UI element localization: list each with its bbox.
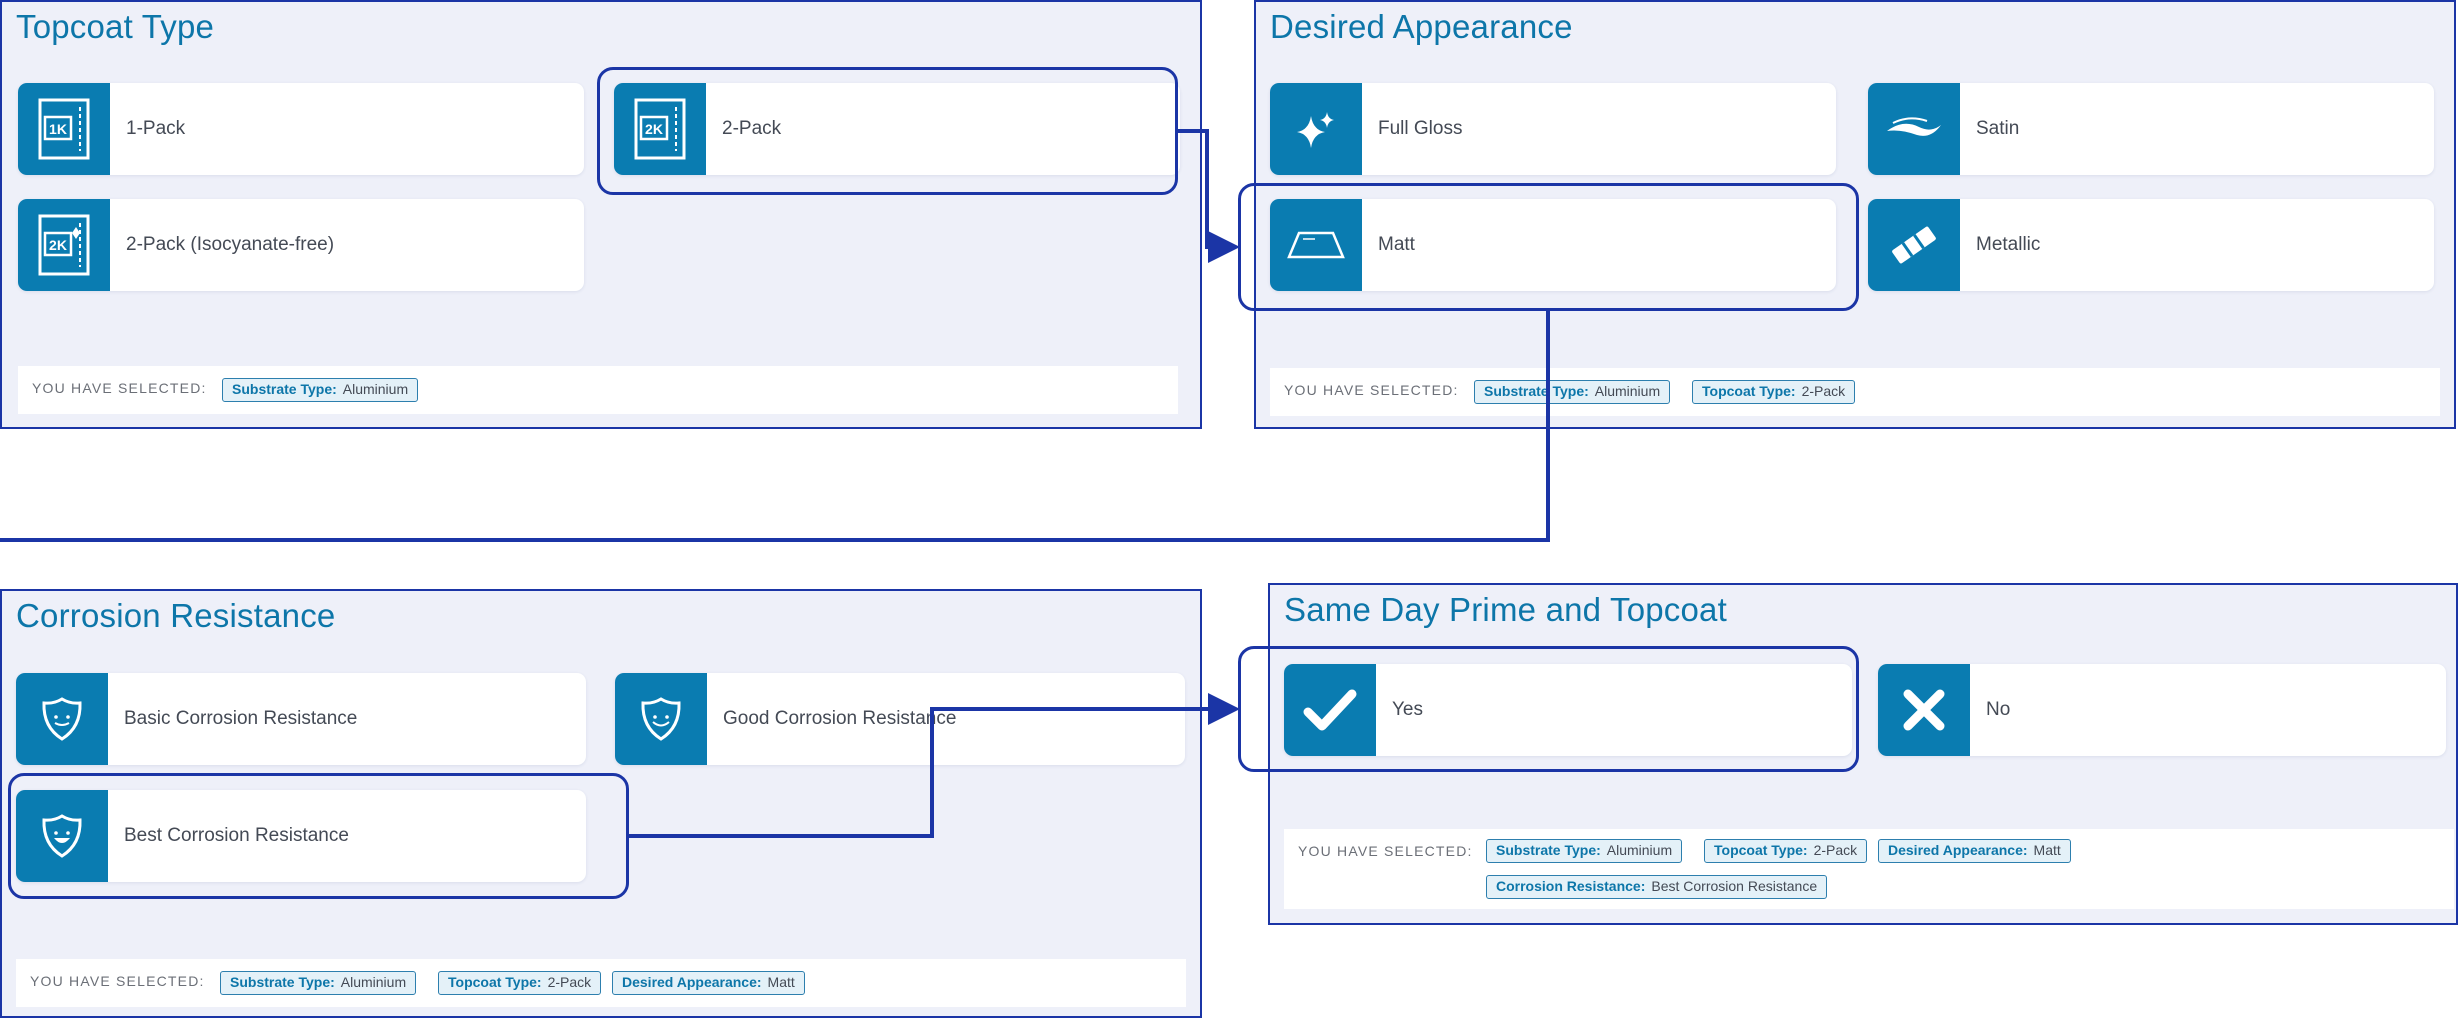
cross-icon	[1878, 664, 1970, 756]
shield-basic-icon	[16, 673, 108, 765]
selection-label: YOU HAVE SELECTED:	[30, 973, 205, 989]
corrosion-resistance-panel: Corrosion Resistance Basic Corrosion Res…	[0, 589, 1202, 1018]
selection-summary: YOU HAVE SELECTED: Substrate Type: Alumin…	[1284, 829, 2454, 909]
same-day-prime-panel: Same Day Prime and Topcoat Yes No YOU HA…	[1268, 583, 2458, 925]
option-satin[interactable]: Satin	[1868, 83, 2434, 175]
2k-pack-icon: 2K	[614, 83, 706, 175]
option-matt[interactable]: Matt	[1270, 199, 1836, 291]
svg-text:2K: 2K	[49, 237, 67, 253]
shield-good-icon	[615, 673, 707, 765]
option-best-corrosion[interactable]: Best Corrosion Resistance	[16, 790, 586, 882]
1k-pack-icon: 1K	[18, 83, 110, 175]
option-label: 1-Pack	[126, 118, 186, 139]
checkmark-icon	[1284, 664, 1376, 756]
selection-chip: Desired Appearance: Matt	[612, 971, 805, 995]
option-basic-corrosion[interactable]: Basic Corrosion Resistance	[16, 673, 586, 765]
selection-summary: YOU HAVE SELECTED: Substrate Type: Alumin…	[1270, 368, 2440, 416]
shield-best-icon	[16, 790, 108, 882]
option-label: 2-Pack	[722, 118, 782, 139]
option-label: Good Corrosion Resistance	[723, 708, 957, 729]
selection-chip: Substrate Type: Aluminium	[1486, 839, 1683, 863]
selection-chip: Topcoat Type: 2-Pack	[1692, 380, 1856, 404]
option-label: 2-Pack (Isocyanate-free)	[126, 234, 335, 255]
panel-title: Corrosion Resistance	[16, 597, 336, 634]
svg-text:2K: 2K	[645, 121, 663, 137]
option-label: Full Gloss	[1378, 118, 1463, 139]
selection-chip: Topcoat Type: 2-Pack	[438, 971, 602, 995]
sparkle-icon	[1270, 83, 1362, 175]
selection-chip: Substrate Type: Aluminium	[222, 378, 419, 402]
svg-text:1K: 1K	[49, 121, 67, 137]
selection-label: YOU HAVE SELECTED:	[1284, 382, 1459, 398]
selection-chip: Substrate Type: Aluminium	[220, 971, 417, 995]
selection-chip: Desired Appearance: Matt	[1878, 839, 2071, 863]
selection-summary: YOU HAVE SELECTED: Substrate Type: Alumin…	[18, 366, 1178, 414]
selection-summary: YOU HAVE SELECTED: Substrate Type: Alumin…	[16, 959, 1186, 1007]
matt-surface-icon	[1270, 199, 1362, 291]
option-2-pack[interactable]: 2K 2-Pack	[614, 83, 1180, 175]
panel-title: Same Day Prime and Topcoat	[1284, 591, 1727, 628]
option-1-pack[interactable]: 1K 1-Pack	[18, 83, 584, 175]
panel-title: Desired Appearance	[1270, 8, 1573, 45]
selection-chip: Topcoat Type: 2-Pack	[1704, 839, 1868, 863]
option-label: Matt	[1378, 234, 1415, 255]
option-full-gloss[interactable]: Full Gloss	[1270, 83, 1836, 175]
panel-title: Topcoat Type	[16, 8, 215, 45]
option-label: Yes	[1392, 699, 1423, 720]
option-yes[interactable]: Yes	[1284, 664, 1852, 756]
option-good-corrosion[interactable]: Good Corrosion Resistance	[615, 673, 1185, 765]
option-no[interactable]: No	[1878, 664, 2446, 756]
2k-isocyanate-free-icon: 2K	[18, 199, 110, 291]
desired-appearance-panel: Desired Appearance Full Gloss Satin Matt…	[1254, 0, 2456, 429]
option-label: Best Corrosion Resistance	[124, 825, 349, 846]
selection-chip: Substrate Type: Aluminium	[1474, 380, 1671, 404]
selection-label: YOU HAVE SELECTED:	[1298, 843, 1473, 859]
metallic-bar-icon	[1868, 199, 1960, 291]
option-label: Metallic	[1976, 234, 2041, 255]
selection-label: YOU HAVE SELECTED:	[32, 380, 207, 396]
selection-chip: Corrosion Resistance: Best Corrosion Resi…	[1486, 875, 1828, 899]
satin-wave-icon	[1868, 83, 1960, 175]
option-label: No	[1986, 699, 2011, 720]
topcoat-type-panel: Topcoat Type 1K 1-Pack 2K 2-Pack 2K 2-Pa…	[0, 0, 1202, 429]
option-label: Basic Corrosion Resistance	[124, 708, 358, 729]
option-label: Satin	[1976, 118, 2020, 139]
option-metallic[interactable]: Metallic	[1868, 199, 2434, 291]
option-2-pack-isocyanate-free[interactable]: 2K 2-Pack (Isocyanate-free)	[18, 199, 584, 291]
